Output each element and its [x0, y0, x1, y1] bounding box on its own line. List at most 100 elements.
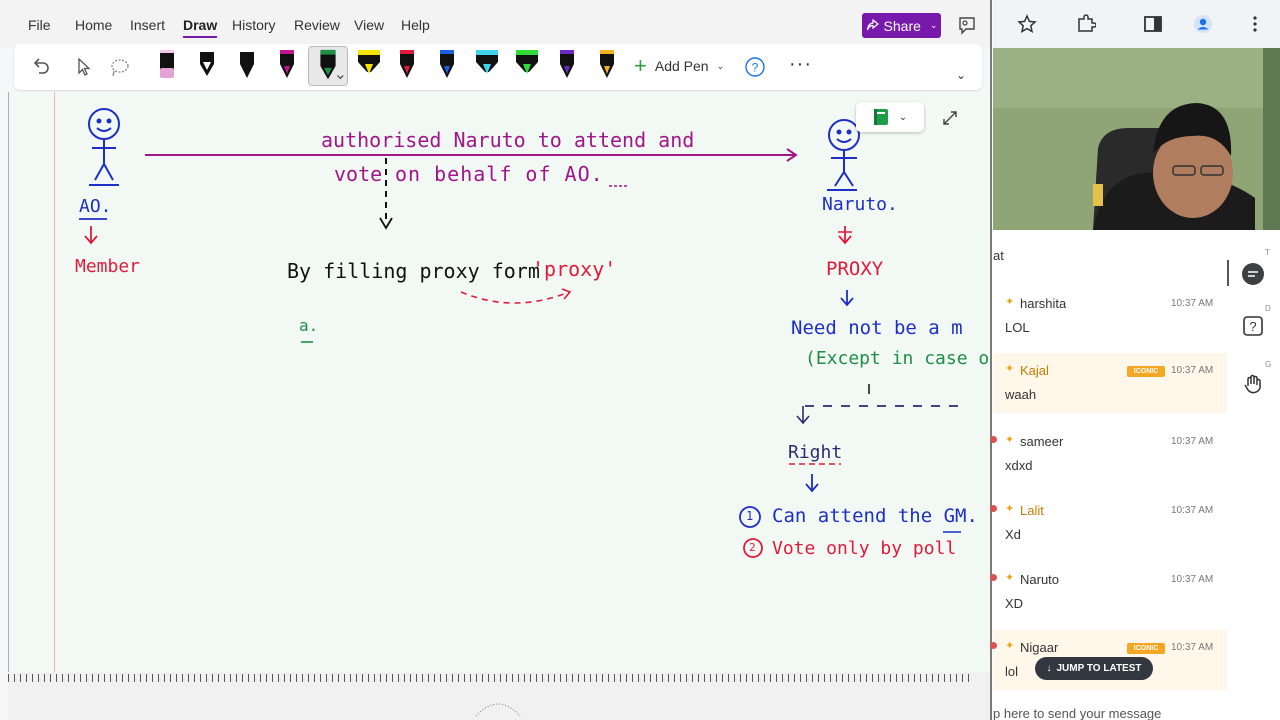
highlighter-green-icon[interactable]	[512, 48, 542, 82]
highlighter-yellow-icon[interactable]	[354, 48, 384, 82]
svg-text:?: ?	[1249, 319, 1256, 334]
status-dot	[990, 574, 997, 581]
select-cursor-icon[interactable]	[72, 56, 94, 78]
sparkle-icon: ✦	[1005, 503, 1015, 515]
chat-author[interactable]: harshita	[1020, 296, 1066, 311]
chat-text: lol	[1005, 664, 1019, 679]
side-panel-icon[interactable]	[1143, 14, 1163, 34]
highlighter-cyan-icon[interactable]	[472, 48, 502, 82]
pen-black-pink-icon[interactable]	[154, 48, 180, 82]
note-arrow-line1: authorised Naruto to attend and	[321, 128, 695, 152]
status-dot	[990, 642, 997, 649]
sparkle-icon: ✦	[1005, 640, 1015, 652]
menu-draw[interactable]: Draw	[183, 17, 218, 38]
iconic-badge: ICONIC	[1127, 643, 1165, 654]
notebook-icon	[873, 109, 888, 125]
question-icon[interactable]: ?	[1241, 314, 1265, 338]
browser-menu-icon[interactable]	[1245, 14, 1265, 34]
menu-history[interactable]: History	[232, 17, 276, 33]
chevron-down-icon: ⌄	[898, 111, 908, 123]
profile-avatar-icon[interactable]	[1193, 14, 1213, 34]
chat-message-input[interactable]: p here to send your message	[993, 706, 1161, 720]
note-left-role: Member	[75, 256, 141, 277]
pen-purple-icon[interactable]	[554, 48, 580, 82]
arrow-down-icon: ↓	[1046, 663, 1052, 674]
stick-figure-right-icon	[827, 119, 860, 191]
chat-time: 10:37 AM	[1171, 365, 1214, 376]
chat-message: ✦ sameer 10:37 AM xdxd	[990, 424, 1227, 482]
chevron-down-icon[interactable]: ⌄	[956, 68, 966, 82]
webcam-video	[993, 48, 1280, 230]
help-icon[interactable]: ?	[744, 56, 766, 78]
pen-red-icon[interactable]	[394, 48, 420, 82]
sparkle-icon: ✦	[1005, 572, 1015, 584]
bookmark-star-icon[interactable]	[1017, 14, 1037, 34]
side-letter: D	[1265, 304, 1271, 313]
chat-author[interactable]: Kajal	[1020, 363, 1049, 378]
side-letter: T	[1265, 248, 1270, 257]
note-right-person: Naruto.	[822, 194, 898, 215]
menu-insert[interactable]: Insert	[130, 17, 165, 33]
menu-file[interactable]: File	[28, 17, 51, 33]
share-button[interactable]: Share ⌄	[862, 13, 941, 38]
pen-white-eraser-icon[interactable]	[194, 48, 220, 82]
chat-message: ✦ Naruto 10:37 AM XD	[990, 562, 1227, 620]
chat-text: LOL	[1005, 320, 1030, 335]
chat-time: 10:37 AM	[1171, 436, 1214, 447]
pen-black-icon[interactable]	[234, 48, 260, 82]
chat-time: 10:37 AM	[1171, 505, 1214, 516]
undo-icon[interactable]	[30, 56, 52, 78]
chat-text: waah	[1005, 387, 1037, 402]
chat-author[interactable]: Naruto	[1020, 572, 1059, 587]
menu-view[interactable]: View	[354, 17, 384, 33]
note-right-2: Vote only by poll	[772, 538, 957, 559]
feedback-icon[interactable]	[956, 15, 978, 37]
status-dot	[990, 436, 997, 443]
menu-home[interactable]: Home	[75, 17, 112, 33]
side-letter: G	[1265, 360, 1272, 369]
sparkle-icon: ✦	[1005, 434, 1015, 446]
chevron-down-icon: ⌄	[716, 60, 725, 71]
more-options-icon[interactable]: ···	[789, 53, 812, 76]
note-method: By filling proxy form	[287, 259, 540, 283]
chat-message: ✦ harshita 10:37 AM LOL	[993, 286, 1227, 344]
chat-author[interactable]: Lalit	[1020, 503, 1044, 518]
iconic-badge: ICONIC	[1127, 366, 1165, 377]
note-left-person: AO.	[79, 196, 112, 217]
note-right-1-num: 1	[746, 509, 754, 523]
page-view-toggle[interactable]: ⌄	[856, 102, 924, 132]
chat-author[interactable]: Nigaar	[1020, 640, 1058, 655]
jump-to-latest-button[interactable]: ↓ JUMP TO LATEST	[1035, 657, 1153, 680]
pen-magenta-icon[interactable]	[274, 48, 300, 82]
chat-title: at	[993, 248, 1004, 263]
chat-time: 10:37 AM	[1171, 574, 1214, 585]
add-pen-label: Add Pen	[654, 58, 709, 74]
note-method-quote: 'proxy'	[532, 257, 617, 281]
notebook-canvas[interactable]: authorised Naruto to attend and vote on …	[8, 92, 992, 672]
jump-label: JUMP TO LATEST	[1056, 663, 1142, 674]
expand-icon[interactable]	[942, 110, 958, 126]
menu-review[interactable]: Review	[294, 17, 340, 33]
chevron-down-icon: ⌄	[929, 20, 938, 30]
note-right-1: Can attend the GM.	[772, 505, 978, 527]
note-arrow-line2a: vote	[334, 162, 383, 186]
note-except: (Except in case o	[805, 348, 990, 369]
sparkle-icon: ✦	[1005, 363, 1015, 375]
chat-text: XD	[1005, 596, 1024, 611]
lasso-select-icon[interactable]	[109, 56, 131, 78]
pen-orange-icon[interactable]	[594, 48, 620, 82]
add-pen-button[interactable]: + Add Pen ⌄	[634, 53, 725, 78]
chat-message: ✦ Lalit 10:37 AM Xd	[990, 493, 1227, 551]
chat-author[interactable]: sameer	[1020, 434, 1063, 449]
pen-blue-icon[interactable]	[434, 48, 460, 82]
chat-bubble-icon[interactable]	[1241, 262, 1265, 286]
raise-hand-icon[interactable]	[1241, 373, 1265, 397]
plus-icon: +	[634, 53, 647, 78]
extensions-icon[interactable]	[1076, 14, 1096, 34]
chat-time: 10:37 AM	[1171, 642, 1214, 653]
pen-green-selected-icon[interactable]	[308, 46, 348, 86]
onenote-app: File Home Insert Draw History Review Vie…	[0, 0, 992, 720]
menu-help[interactable]: Help	[401, 17, 430, 33]
note-right-label: Right	[788, 442, 843, 463]
note-right-role: PROXY	[826, 258, 884, 280]
